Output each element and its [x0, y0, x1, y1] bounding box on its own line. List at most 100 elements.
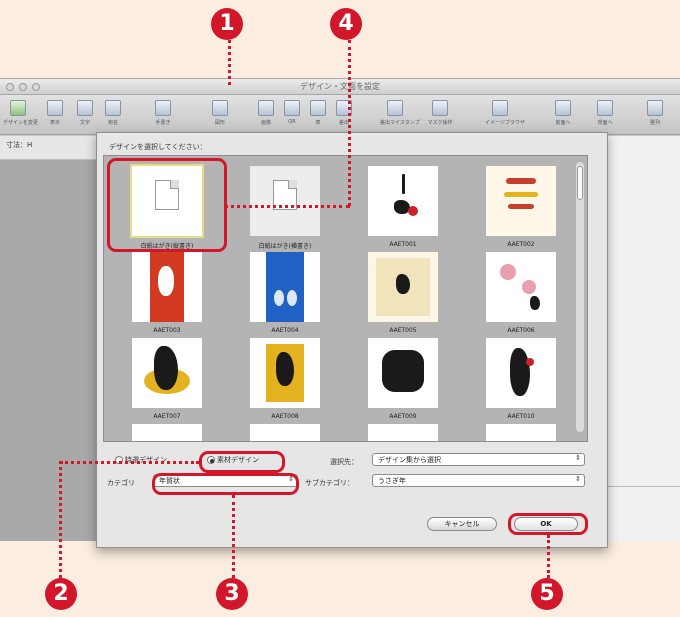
- callout-badge-3: 3: [216, 578, 248, 610]
- design-tile-aaet002[interactable]: AAET002: [473, 166, 569, 248]
- design-tile-aaet005[interactable]: AAET005: [355, 252, 451, 334]
- callout-1-leader: [228, 40, 231, 85]
- address-icon: [105, 100, 121, 116]
- toolbar-stamp[interactable]: 差出マイスタンプ: [380, 100, 420, 126]
- left-panel: 寸法：H: [0, 136, 96, 541]
- ink-art: [396, 274, 410, 294]
- mask-icon: [432, 100, 448, 116]
- design-tile-aaet008[interactable]: AAET008: [237, 338, 333, 420]
- qr-icon: [284, 100, 300, 116]
- select-arrow-icon: ⇕: [575, 475, 581, 483]
- design-caption: AAET003: [153, 327, 181, 334]
- change-design-icon: [10, 100, 26, 116]
- design-tile-aaet006[interactable]: AAET006: [473, 252, 569, 334]
- table-icon: [310, 100, 326, 116]
- toolbar-mask[interactable]: マスク操作: [425, 100, 455, 126]
- page-size-strip: 寸法：H: [0, 136, 96, 160]
- design-thumbnail: [250, 166, 320, 236]
- red-script-art: [506, 178, 536, 184]
- callout-4-leader-horizontal: [224, 205, 350, 208]
- design-thumbnail: [368, 338, 438, 408]
- design-thumbnail: [486, 252, 556, 322]
- design-tile-aaet009[interactable]: AAET009: [355, 338, 451, 420]
- toolbar-view[interactable]: 表示: [40, 100, 70, 126]
- design-caption: AAET007: [153, 413, 181, 420]
- toolbar-address[interactable]: 宛名: [98, 100, 128, 126]
- ink-kanji-art: [382, 350, 424, 392]
- design-tile-aaet003[interactable]: AAET003: [119, 252, 215, 334]
- stamp-icon: [387, 100, 403, 116]
- red-script-art: [508, 204, 534, 209]
- design-thumbnail-partial: [250, 424, 320, 441]
- callout-badge-2: 2: [45, 578, 77, 610]
- toolbar-handwriting[interactable]: 手書き: [148, 100, 178, 126]
- callout-4-leader-vertical: [348, 40, 351, 206]
- toolbar: デザインを変更 表示 文字 宛名 手書き 図形 画像 QR 表 差出 差出マイス…: [0, 95, 680, 135]
- callout-5-leader: [547, 535, 550, 578]
- select-arrow-icon: ⇕: [575, 454, 581, 462]
- handwriting-icon: [155, 100, 171, 116]
- design-thumbnail: [486, 166, 556, 236]
- design-thumbnail-partial: [132, 424, 202, 441]
- design-thumbnail-partial: [486, 424, 556, 441]
- design-caption: AAET010: [507, 413, 535, 420]
- design-thumbnail: [132, 338, 202, 408]
- image-icon: [258, 100, 274, 116]
- ink-kanji-art: [510, 348, 530, 396]
- red-dot-art: [408, 206, 418, 216]
- image-browser-icon: [492, 100, 508, 116]
- toolbar-front[interactable]: 前面へ: [548, 100, 578, 126]
- design-tile-blank-horizontal[interactable]: 白紙はがき(横書き): [237, 166, 333, 250]
- rabbit-art: [158, 266, 174, 296]
- toolbar-change-design[interactable]: デザインを変更: [3, 100, 38, 126]
- dialog-prompt: デザインを選択してください：: [109, 143, 207, 151]
- callout-2-leader-vertical: [59, 461, 62, 578]
- design-thumbnail: [486, 338, 556, 408]
- callout-3-leader: [232, 495, 235, 578]
- toolbar-align[interactable]: 整列: [640, 100, 670, 126]
- subcategory-select[interactable]: うさぎ年 ⇕: [372, 474, 585, 487]
- title-bar: デザイン・文面を設定: [0, 79, 680, 95]
- align-icon: [647, 100, 663, 116]
- design-thumbnail: [368, 252, 438, 322]
- design-caption: AAET006: [507, 327, 535, 334]
- page-size-label: 寸法：H: [6, 141, 33, 149]
- toolbar-shape[interactable]: 図形: [205, 100, 235, 126]
- scrollbar-knob[interactable]: [577, 166, 583, 200]
- right-panel: [606, 136, 680, 541]
- callout-badge-1: 1: [211, 8, 243, 40]
- design-thumbnail: [250, 252, 320, 322]
- callout-3-highlight: [152, 473, 299, 495]
- design-thumbnail-partial: [368, 424, 438, 441]
- gold-script-art: [504, 192, 538, 197]
- rabbit-art: [287, 290, 297, 306]
- design-tile-aaet007[interactable]: AAET007: [119, 338, 215, 420]
- toolbar-image-browser[interactable]: イメージブラウザ: [485, 100, 525, 126]
- design-thumbnail: [132, 252, 202, 322]
- text-icon: [77, 100, 93, 116]
- front-icon: [555, 100, 571, 116]
- flower-art: [522, 280, 536, 294]
- design-tile-aaet001[interactable]: AAET001: [355, 166, 451, 248]
- design-grid: 白紙はがき(縦書き) 白紙はがき(横書き) AAET001 AAET002 AA…: [103, 155, 588, 442]
- design-caption: AAET005: [389, 327, 417, 334]
- callout-4-highlight: [107, 158, 227, 252]
- right-panel-divider: [606, 486, 680, 487]
- ink-kanji-art: [154, 346, 178, 390]
- cancel-button[interactable]: キャンセル: [427, 517, 497, 531]
- design-tile-aaet004[interactable]: AAET004: [237, 252, 333, 334]
- design-tile-aaet010[interactable]: AAET010: [473, 338, 569, 420]
- toolbar-back[interactable]: 背面へ: [590, 100, 620, 126]
- toolbar-sender[interactable]: 差出: [329, 100, 359, 126]
- design-thumbnail: [250, 338, 320, 408]
- callout-badge-4: 4: [330, 8, 362, 40]
- ink-stroke-art: [402, 174, 405, 194]
- grid-scrollbar[interactable]: [576, 162, 584, 432]
- design-caption: AAET009: [389, 413, 417, 420]
- callout-2-highlight: [199, 451, 285, 473]
- toolbar-text[interactable]: 文字: [70, 100, 100, 126]
- callout-5-highlight: [508, 513, 588, 535]
- design-caption: AAET008: [271, 413, 299, 420]
- source-select[interactable]: デザイン集から選択 ⇕: [372, 453, 585, 466]
- design-thumbnail: [368, 166, 438, 236]
